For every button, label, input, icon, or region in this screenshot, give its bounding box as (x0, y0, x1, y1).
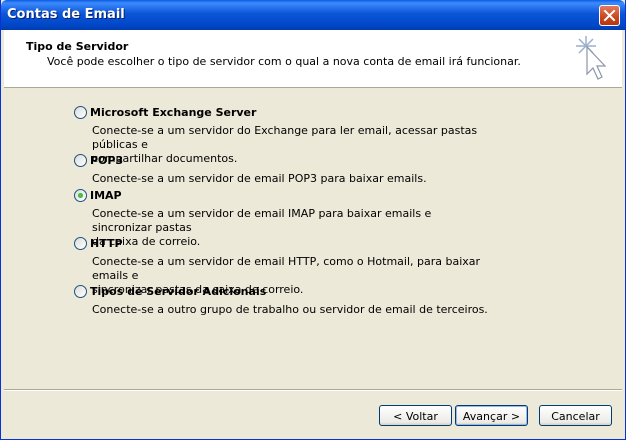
http-radio[interactable] (74, 237, 87, 250)
header-title: Tipo de Servidor (26, 40, 129, 53)
back-button[interactable]: < Voltar (379, 405, 452, 426)
pop3-label[interactable]: POP3 (90, 154, 123, 167)
imap-desc-line1: Conecte-se a um servidor de email IMAP p… (92, 207, 432, 234)
window-title: Contas de Email (7, 7, 125, 22)
wizard-cursor-icon (576, 36, 607, 80)
email-accounts-dialog: Contas de Email Tipo de Servidor Você po… (0, 0, 626, 440)
title-bar[interactable]: Contas de Email (1, 0, 625, 30)
pop3-desc-line1: Conecte-se a um servidor de email POP3 p… (92, 172, 427, 185)
exchange-radio[interactable] (74, 106, 87, 119)
imap-desc-line2: da caixa de correio. (92, 235, 201, 248)
additional-types-radio[interactable] (74, 285, 87, 298)
imap-radio[interactable] (74, 189, 87, 202)
pop3-description: Conecte-se a um servidor de email POP3 p… (92, 172, 492, 186)
wizard-header: Tipo de Servidor Você pode escolher o ti… (4, 30, 622, 88)
additional-desc-line1: Conecte-se a outro grupo de trabalho ou … (92, 303, 488, 316)
additional-types-label[interactable]: Tipos de Servidor Adicionais (90, 285, 266, 298)
http-desc-line1: Conecte-se a um servidor de email HTTP, … (92, 255, 481, 282)
close-button[interactable] (599, 5, 620, 26)
footer-separator (4, 389, 622, 391)
imap-label[interactable]: IMAP (90, 189, 122, 202)
exchange-label[interactable]: Microsoft Exchange Server (90, 106, 256, 119)
exchange-description: Conecte-se a um servidor do Exchange par… (92, 124, 492, 166)
http-label[interactable]: HTTP (90, 237, 123, 250)
pop3-radio[interactable] (74, 154, 87, 167)
cancel-button[interactable]: Cancelar (539, 405, 612, 426)
exchange-desc-line2: compartilhar documentos. (92, 152, 238, 165)
exchange-desc-line1: Conecte-se a um servidor do Exchange par… (92, 124, 478, 151)
next-button[interactable]: Avançar > (455, 405, 528, 426)
selected-dot (78, 193, 83, 198)
additional-types-description: Conecte-se a outro grupo de trabalho ou … (92, 303, 492, 317)
close-icon (603, 9, 616, 22)
header-description: Você pode escolher o tipo de servidor co… (47, 55, 521, 68)
imap-description: Conecte-se a um servidor de email IMAP p… (92, 207, 492, 249)
